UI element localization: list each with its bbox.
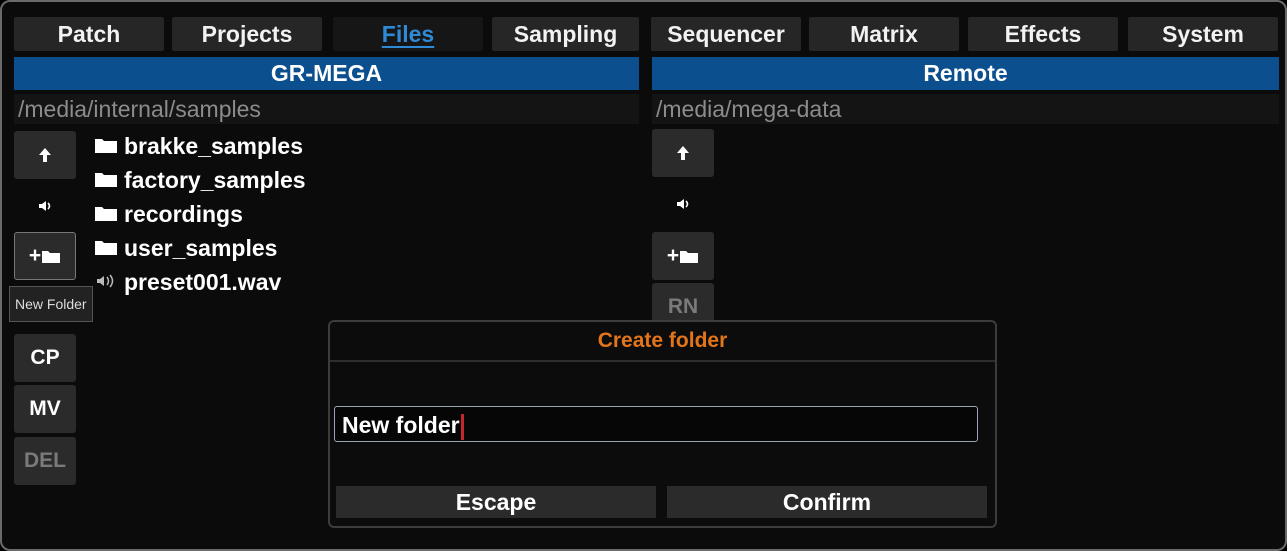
tab-projects[interactable]: Projects [172,17,322,51]
audio-file-icon [94,265,120,299]
left-file-list: brakke_samples factory_samples recording… [94,129,306,299]
folder-icon [94,129,120,163]
left-pane-title: GR-MEGA [14,57,639,90]
text-caret [460,413,464,440]
file-name: brakke_samples [124,133,304,159]
file-name: recordings [124,201,243,227]
dialog-title: Create folder [330,322,995,362]
up-arrow-icon [677,146,689,160]
right-up-button[interactable] [652,129,714,177]
folder-icon [94,163,120,197]
left-pane-path: /media/internal/samples [14,94,639,124]
folder-icon [94,197,120,231]
plus-label: + [28,244,42,267]
app-window: Patch Projects Files Sampling Sequencer … [0,0,1287,551]
input-value: New folder [342,412,460,438]
folder-name-input[interactable]: New folder [334,406,978,442]
file-name: factory_samples [124,167,306,193]
list-item[interactable]: recordings [94,197,306,231]
up-arrow-icon [39,148,51,162]
main-tabs: Patch Projects Files Sampling Sequencer … [14,17,1278,51]
list-item[interactable]: preset001.wav [94,265,306,299]
create-folder-dialog: Create folder New folder Escape Confirm [328,320,997,528]
folder-icon [94,231,120,265]
right-preview-button[interactable] [652,180,714,228]
tab-matrix[interactable]: Matrix [809,17,959,51]
copy-button[interactable]: CP [14,334,76,382]
file-name: user_samples [124,235,278,261]
new-folder-tooltip: New Folder [9,286,93,322]
delete-button[interactable]: DEL [14,437,76,485]
left-up-button[interactable] [14,131,76,179]
tab-sampling[interactable]: Sampling [492,17,639,51]
left-preview-button[interactable] [14,182,76,230]
folder-icon [42,251,61,263]
list-item[interactable]: brakke_samples [94,129,306,163]
confirm-button[interactable]: Confirm [667,486,987,518]
list-item[interactable]: factory_samples [94,163,306,197]
file-name: preset001.wav [124,269,282,295]
tab-effects[interactable]: Effects [968,17,1118,51]
left-new-folder-button[interactable]: + [14,232,76,280]
right-new-folder-button[interactable]: + [652,232,714,280]
list-item[interactable]: user_samples [94,231,306,265]
tab-system[interactable]: System [1128,17,1278,51]
plus-label: + [666,244,680,267]
tab-patch[interactable]: Patch [14,17,164,51]
right-pane-title: Remote [652,57,1279,90]
speaker-icon [39,201,51,211]
folder-icon [680,251,699,263]
move-button[interactable]: MV [14,385,76,433]
escape-button[interactable]: Escape [336,486,656,518]
tab-files[interactable]: Files [333,17,483,51]
speaker-icon [677,199,689,209]
right-pane-path: /media/mega-data [652,94,1279,124]
tab-sequencer[interactable]: Sequencer [651,17,801,51]
